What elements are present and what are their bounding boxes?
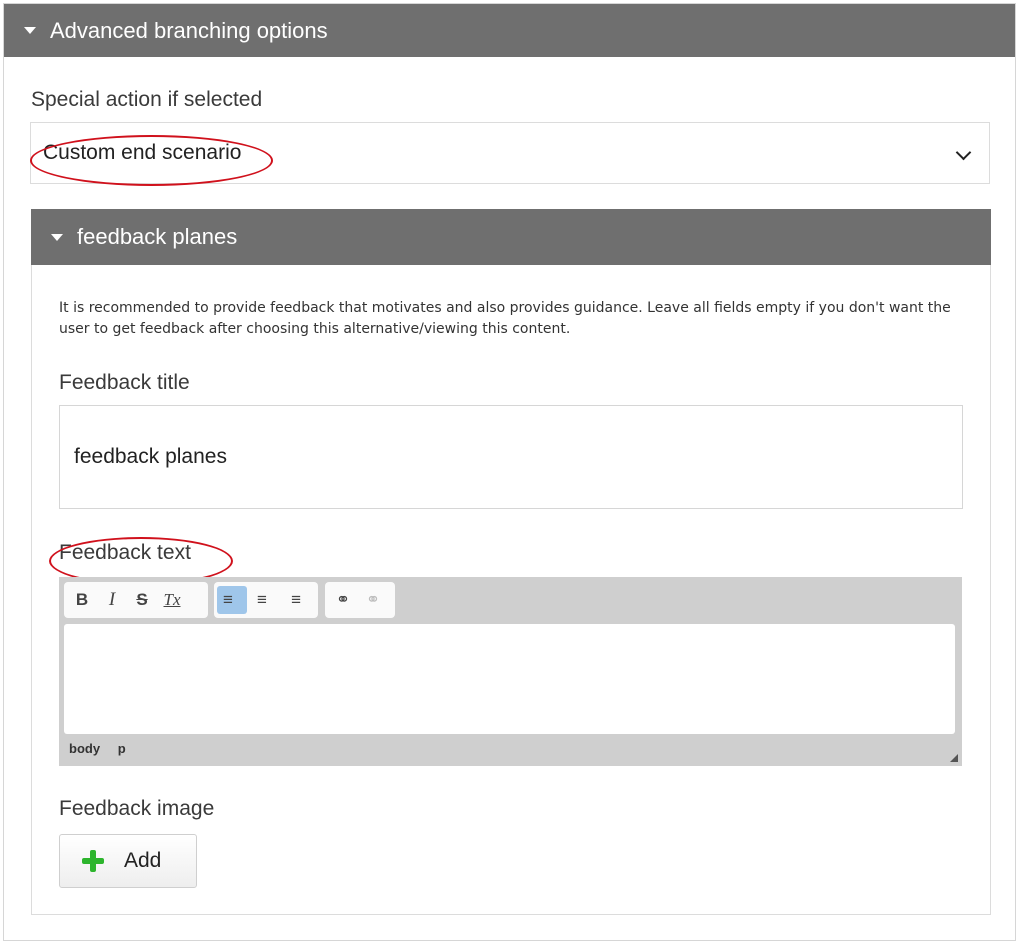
special-action-select[interactable]: Custom end scenario xyxy=(30,122,990,184)
feedback-text-area[interactable] xyxy=(64,624,955,734)
link-toolbar-group: ⚭ ⚭ xyxy=(325,582,395,618)
feedback-panel-title: feedback planes xyxy=(77,224,238,249)
strikethrough-button[interactable]: S xyxy=(127,586,157,614)
plus-icon xyxy=(82,850,104,872)
bold-button[interactable]: B xyxy=(67,586,97,614)
feedback-text-editor: B I S Tx ≡ ≡ ≡ ⚭ ⚭ body p xyxy=(59,577,962,766)
chevron-down-icon xyxy=(955,144,972,161)
align-toolbar-group: ≡ ≡ ≡ xyxy=(214,582,318,618)
format-toolbar-group: B I S Tx xyxy=(64,582,208,618)
special-action-value: Custom end scenario xyxy=(43,141,242,164)
italic-button[interactable]: I xyxy=(97,586,127,614)
align-right-button[interactable]: ≡ xyxy=(277,586,307,614)
caret-down-icon xyxy=(24,27,36,34)
advanced-branching-header[interactable]: Advanced branching options xyxy=(4,4,1015,57)
element-path: body p xyxy=(69,741,140,756)
advanced-branching-title: Advanced branching options xyxy=(50,17,328,43)
feedback-title-value: feedback planes xyxy=(74,445,227,468)
align-center-button[interactable]: ≡ xyxy=(247,586,277,614)
feedback-image-label: Feedback image xyxy=(59,797,215,820)
link-button[interactable]: ⚭ xyxy=(328,586,358,614)
feedback-text-label: Feedback text xyxy=(59,541,191,564)
feedback-panel-header[interactable]: feedback planes xyxy=(31,209,991,265)
caret-down-icon xyxy=(51,233,63,241)
feedback-panel: feedback planes It is recommended to pro… xyxy=(31,209,991,915)
clear-formatting-button[interactable]: Tx xyxy=(157,586,187,614)
special-action-label: Special action if selected xyxy=(31,88,263,111)
path-body[interactable]: body xyxy=(69,741,100,756)
resize-handle-icon[interactable] xyxy=(950,754,958,762)
add-button-label: Add xyxy=(124,849,162,872)
feedback-title-input[interactable]: feedback planes xyxy=(59,405,963,509)
path-p[interactable]: p xyxy=(118,741,126,756)
feedback-title-label: Feedback title xyxy=(59,371,190,394)
add-image-button[interactable]: Add xyxy=(59,834,197,888)
unlink-button[interactable]: ⚭ xyxy=(358,586,388,614)
advanced-branching-panel: Advanced branching options Special actio… xyxy=(3,3,1016,941)
feedback-description: It is recommended to provide feedback th… xyxy=(59,300,951,337)
align-left-button[interactable]: ≡ xyxy=(217,586,247,614)
